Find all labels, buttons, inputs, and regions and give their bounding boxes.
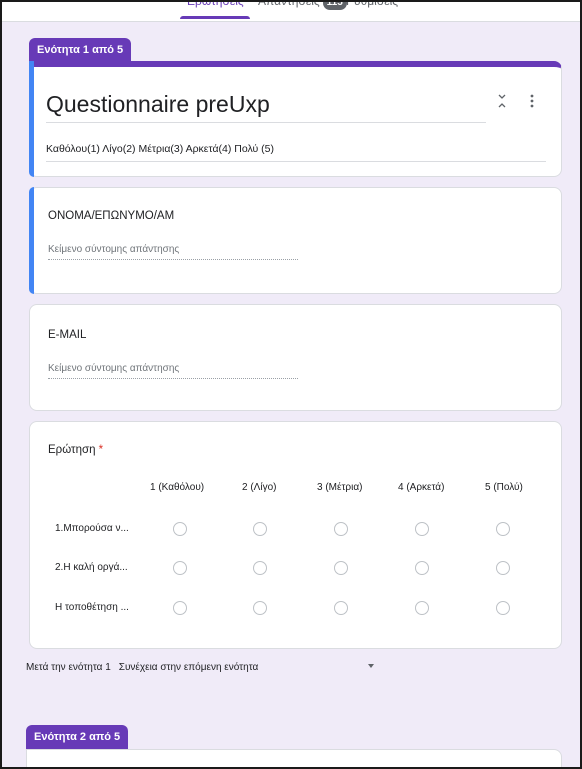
after-section-label: Μετά την ενότητα 1 <box>26 662 111 673</box>
radio-button[interactable] <box>253 522 267 536</box>
radio-button[interactable] <box>173 601 187 615</box>
responses-count-badge: 115 <box>322 0 347 10</box>
radio-button[interactable] <box>415 522 429 536</box>
radio-button[interactable] <box>496 561 510 575</box>
after-section-select[interactable]: Συνέχεια στην επόμενη ενότητα <box>119 662 259 673</box>
tab-responses[interactable]: Απαντήσεις 115 <box>258 0 347 10</box>
radio-button[interactable] <box>334 522 348 536</box>
radio-button[interactable] <box>334 601 348 615</box>
form-title[interactable]: Questionnaire preUxp <box>46 91 270 118</box>
grid-row-label: 1.Μπορούσα ν... <box>55 523 129 534</box>
question-title: ΟΝΟΜΑ/ΕΠΩΝΥΜΟ/ΑΜ <box>48 210 175 222</box>
grid-column-header: 2 (Λίγο) <box>242 482 277 493</box>
radio-button[interactable] <box>334 561 348 575</box>
dropdown-arrow-icon[interactable] <box>368 664 374 668</box>
grid-row-label: 2.Η καλή οργά... <box>55 562 128 573</box>
radio-button[interactable] <box>253 601 267 615</box>
form-header-card[interactable]: Questionnaire preUxp Καθόλου(1) Λίγο(2) … <box>29 61 562 177</box>
more-options-icon[interactable] <box>529 93 535 111</box>
question-card-grid[interactable]: Ερώτηση * 1 (Καθόλου) 2 (Λίγο) 3 (Μέτρια… <box>29 421 562 649</box>
after-section-navigation[interactable]: Μετά την ενότητα 1 Συνέχεια στην επόμενη … <box>26 662 258 673</box>
radio-button[interactable] <box>173 561 187 575</box>
radio-button[interactable] <box>173 522 187 536</box>
radio-button[interactable] <box>496 601 510 615</box>
radio-button[interactable] <box>253 561 267 575</box>
radio-button[interactable] <box>415 601 429 615</box>
short-answer-field[interactable]: Κείμενο σύντομης απάντησης <box>48 363 298 379</box>
section-2-label: Ενότητα 2 από 5 <box>26 725 129 749</box>
tab-bar: Ερωτήσεις Απαντήσεις 115 Ρυθμίσεις <box>0 0 582 22</box>
radio-button[interactable] <box>496 522 510 536</box>
tab-questions[interactable]: Ερωτήσεις <box>187 0 244 8</box>
grid-column-header: 4 (Αρκετά) <box>398 482 445 493</box>
section-2-header-card[interactable] <box>26 749 562 769</box>
question-card-name[interactable]: ΟΝΟΜΑ/ΕΠΩΝΥΜΟ/ΑΜ Κείμενο σύντομης απάντη… <box>29 187 562 294</box>
question-title: Ερώτηση * <box>48 444 103 456</box>
grid-row-label: Η τοποθέτηση ... <box>55 602 129 613</box>
form-description[interactable]: Καθόλου(1) Λίγο(2) Μέτρια(3) Αρκετά(4) Π… <box>46 143 274 155</box>
section-1-label: Ενότητα 1 από 5 <box>29 38 132 62</box>
title-underline <box>46 122 486 123</box>
description-underline <box>46 161 546 162</box>
grid-column-header: 1 (Καθόλου) <box>150 482 205 493</box>
required-asterisk: * <box>98 444 104 456</box>
tab-responses-label: Απαντήσεις <box>258 0 320 8</box>
collapse-icon[interactable] <box>497 93 507 111</box>
tab-settings[interactable]: Ρυθμίσεις <box>346 0 398 8</box>
question-title-text: Ερώτηση <box>48 444 96 456</box>
focus-accent <box>29 61 34 177</box>
active-tab-indicator <box>180 16 250 19</box>
question-card-email[interactable]: E-MAIL Κείμενο σύντομης απάντησης <box>29 304 562 411</box>
question-title: E-MAIL <box>48 329 87 341</box>
radio-button[interactable] <box>415 561 429 575</box>
short-answer-field[interactable]: Κείμενο σύντομης απάντησης <box>48 244 298 260</box>
grid-column-header: 3 (Μέτρια) <box>317 482 363 493</box>
focus-accent <box>29 187 34 294</box>
grid-column-header: 5 (Πολύ) <box>485 482 523 493</box>
